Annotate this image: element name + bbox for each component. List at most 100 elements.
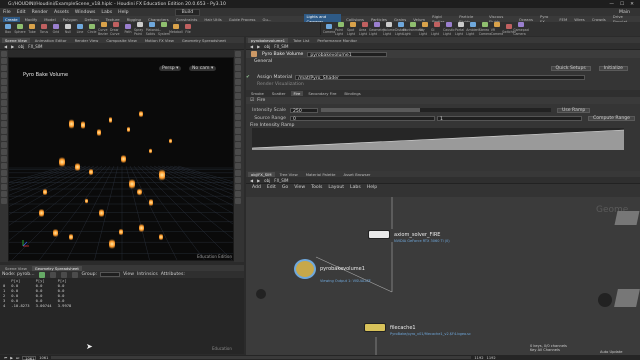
tool-ambient-light[interactable]: Ambient Light bbox=[466, 22, 480, 36]
viewport-tool-icon[interactable] bbox=[1, 65, 7, 71]
viewport-tool-icon[interactable] bbox=[235, 51, 241, 57]
parm-back-icon[interactable]: ◀ bbox=[250, 44, 253, 49]
viewport-tool-icon[interactable] bbox=[235, 163, 241, 169]
viewport-tool-icon[interactable] bbox=[1, 163, 7, 169]
network-editor[interactable]: Geome axiom_solver_FIRE NVIDIA GeForce R… bbox=[246, 197, 640, 355]
tool-box[interactable]: Box bbox=[2, 22, 14, 36]
left-node-dot[interactable] bbox=[256, 289, 266, 299]
tab-take-list[interactable]: Take List bbox=[290, 38, 312, 43]
tab-material-palette[interactable]: Material Palette bbox=[303, 172, 339, 177]
viewport-tool-icon[interactable] bbox=[1, 100, 7, 106]
tool-sky-light[interactable]: Sky Light bbox=[419, 22, 431, 36]
tool-file[interactable]: File bbox=[182, 22, 194, 36]
menu-render[interactable]: Render bbox=[32, 10, 48, 15]
tool-platonic-solids[interactable]: Platonic Solids bbox=[146, 22, 158, 36]
viewport-tool-icon[interactable] bbox=[1, 114, 7, 120]
tool-stereo-camera[interactable]: Stereo Camera bbox=[479, 22, 491, 36]
viewport-tool-icon[interactable] bbox=[1, 58, 7, 64]
menu-help[interactable]: Help bbox=[118, 10, 128, 15]
menu-file[interactable]: File bbox=[3, 10, 11, 15]
viewport-tool-icon[interactable] bbox=[1, 149, 7, 155]
tab-secondary-fire[interactable]: Secondary Fire bbox=[305, 91, 339, 96]
node-axiom-solver[interactable]: axiom_solver_FIRE NVIDIA GeForce RTX 306… bbox=[368, 230, 450, 244]
node-name-field[interactable]: pyrobakevolume1 bbox=[307, 51, 388, 58]
intrinsics-menu[interactable]: Intrinsics bbox=[137, 272, 158, 277]
use-ramp-button[interactable]: Use Ramp bbox=[557, 107, 591, 113]
tab-fire[interactable]: Fire bbox=[290, 91, 304, 96]
tab-animation-editor[interactable]: Animation Editor bbox=[32, 38, 70, 43]
tab-scene-view-bottom[interactable]: Scene View bbox=[2, 266, 30, 271]
source-range-max[interactable]: 1 bbox=[437, 115, 582, 122]
viewport-tool-icon[interactable] bbox=[1, 135, 7, 141]
viewport-tool-icon[interactable] bbox=[1, 51, 7, 57]
side-node-box-top[interactable] bbox=[614, 211, 640, 225]
tool-caustic-light[interactable]: Caustic Light bbox=[443, 22, 455, 36]
timeline-slider[interactable] bbox=[51, 356, 472, 359]
viewport-tool-icon[interactable] bbox=[235, 135, 241, 141]
view-menu[interactable]: View bbox=[123, 272, 134, 277]
camera-menu[interactable]: No cam ▾ bbox=[189, 66, 217, 71]
detail-icon[interactable] bbox=[71, 271, 78, 278]
path-network[interactable]: FX_SIM bbox=[28, 44, 42, 49]
tool-spot-light[interactable]: Spot Light bbox=[347, 22, 359, 36]
tab-scatter[interactable]: Scatter bbox=[269, 91, 289, 96]
maximize-icon[interactable]: ☐ bbox=[620, 2, 624, 7]
node-filecache[interactable]: filecache1 PyroBake/pyro_v01/filecache1_… bbox=[364, 323, 471, 337]
general-folder[interactable]: General bbox=[246, 58, 640, 65]
viewport-tool-icon[interactable] bbox=[1, 156, 7, 162]
close-icon[interactable]: ✕ bbox=[630, 2, 634, 7]
shelf-tab-create[interactable]: Create bbox=[3, 16, 20, 22]
quick-setups-menu[interactable]: Quick Setups bbox=[550, 66, 591, 71]
viewport-tool-icon[interactable] bbox=[235, 114, 241, 120]
viewport-tool-icon[interactable] bbox=[235, 184, 241, 190]
net-menu-edit[interactable]: Edit bbox=[267, 185, 276, 190]
shelf-tab-polygon[interactable]: Polygon bbox=[61, 17, 80, 22]
parm-path-network[interactable]: FX_SIM bbox=[274, 44, 288, 49]
shelf-tab-hair-utils[interactable]: Hair Utils bbox=[202, 17, 223, 22]
viewport-tool-icon[interactable] bbox=[1, 79, 7, 85]
auto-update-menu[interactable]: Auto Update bbox=[600, 350, 623, 354]
side-node-box[interactable] bbox=[614, 289, 640, 307]
shelf-tab-collisions[interactable]: Collisions bbox=[344, 17, 366, 22]
viewport-tool-icon[interactable] bbox=[235, 198, 241, 204]
assign-material-field[interactable]: /mat/Pyro_Shader bbox=[295, 75, 586, 81]
viewport-tool-icon[interactable] bbox=[235, 65, 241, 71]
viewport-tool-icon[interactable] bbox=[235, 121, 241, 127]
scene-viewport[interactable]: Pyro Bake Volume Persp ▾ No cam ▾ Educat… bbox=[8, 57, 234, 261]
viewport-tool-icon[interactable] bbox=[1, 93, 7, 99]
tool-camera[interactable]: Camera bbox=[323, 22, 335, 36]
shelf-tab-velum[interactable]: Velum bbox=[411, 17, 427, 22]
viewport-tool-icon[interactable] bbox=[235, 100, 241, 106]
tab-render-view[interactable]: Render View bbox=[72, 38, 102, 43]
net-menu-add[interactable]: Add bbox=[252, 185, 261, 190]
menu-assets[interactable]: Assets bbox=[54, 10, 69, 15]
tool-environment-light[interactable]: Environment Light bbox=[403, 22, 423, 36]
play-back-icon[interactable]: ⏮ bbox=[4, 356, 7, 360]
viewport-tool-icon[interactable] bbox=[1, 142, 7, 148]
shelf-tab-gu[interactable]: Gu... bbox=[261, 17, 274, 22]
range-start[interactable]: 1061 bbox=[39, 356, 48, 360]
tab-bindings[interactable]: Bindings bbox=[341, 91, 363, 96]
source-range-min[interactable]: 0 bbox=[290, 115, 435, 122]
net-forward-icon[interactable]: ▶ bbox=[257, 178, 260, 183]
shelf-tab-model[interactable]: Model bbox=[42, 17, 57, 22]
viewport-tool-icon[interactable] bbox=[235, 128, 241, 134]
group-field[interactable] bbox=[100, 272, 121, 277]
tool-gamepad-camera[interactable]: Gamepad Camera bbox=[513, 22, 529, 36]
viewport-tool-icon[interactable] bbox=[235, 107, 241, 113]
tab-composite-view[interactable]: Composite View bbox=[103, 38, 139, 43]
tab-motion-fx-view[interactable]: Motion FX View bbox=[142, 38, 177, 43]
fire-folder[interactable]: ☑ Fire bbox=[246, 97, 640, 104]
build-desktop-select[interactable]: Build bbox=[174, 8, 201, 16]
shelf-tab-characters[interactable]: Characters bbox=[146, 17, 171, 22]
vertices-icon[interactable] bbox=[49, 271, 56, 278]
parm-path-obj[interactable]: obj bbox=[264, 44, 270, 49]
viewport-tool-icon[interactable] bbox=[235, 156, 241, 162]
viewport-tool-icon[interactable] bbox=[1, 170, 7, 176]
shelf-tab-oceans[interactable]: Oceans bbox=[517, 17, 535, 22]
tool-metaball[interactable]: Metaball bbox=[169, 22, 183, 36]
range-end[interactable]: 1192 bbox=[474, 356, 483, 360]
tool-draw-curve[interactable]: Draw Curve bbox=[110, 22, 122, 36]
shelf-tab-grains[interactable]: Grains bbox=[392, 17, 408, 22]
tool-geometry-light[interactable]: Geometry Light bbox=[369, 22, 385, 36]
